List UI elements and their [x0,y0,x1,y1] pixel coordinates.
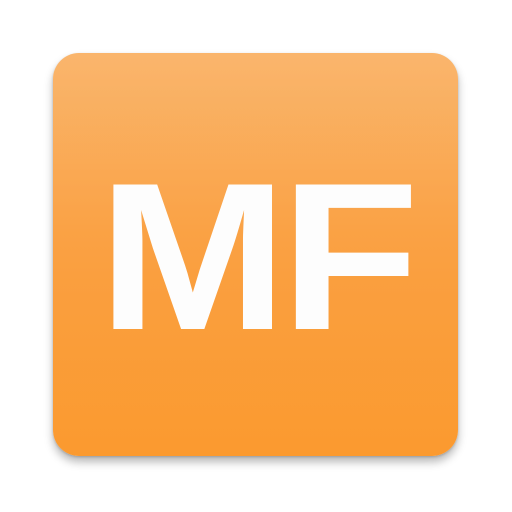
app-monogram: MF [98,138,419,374]
icon-canvas: MF [0,0,512,512]
app-icon[interactable]: MF [53,53,458,456]
